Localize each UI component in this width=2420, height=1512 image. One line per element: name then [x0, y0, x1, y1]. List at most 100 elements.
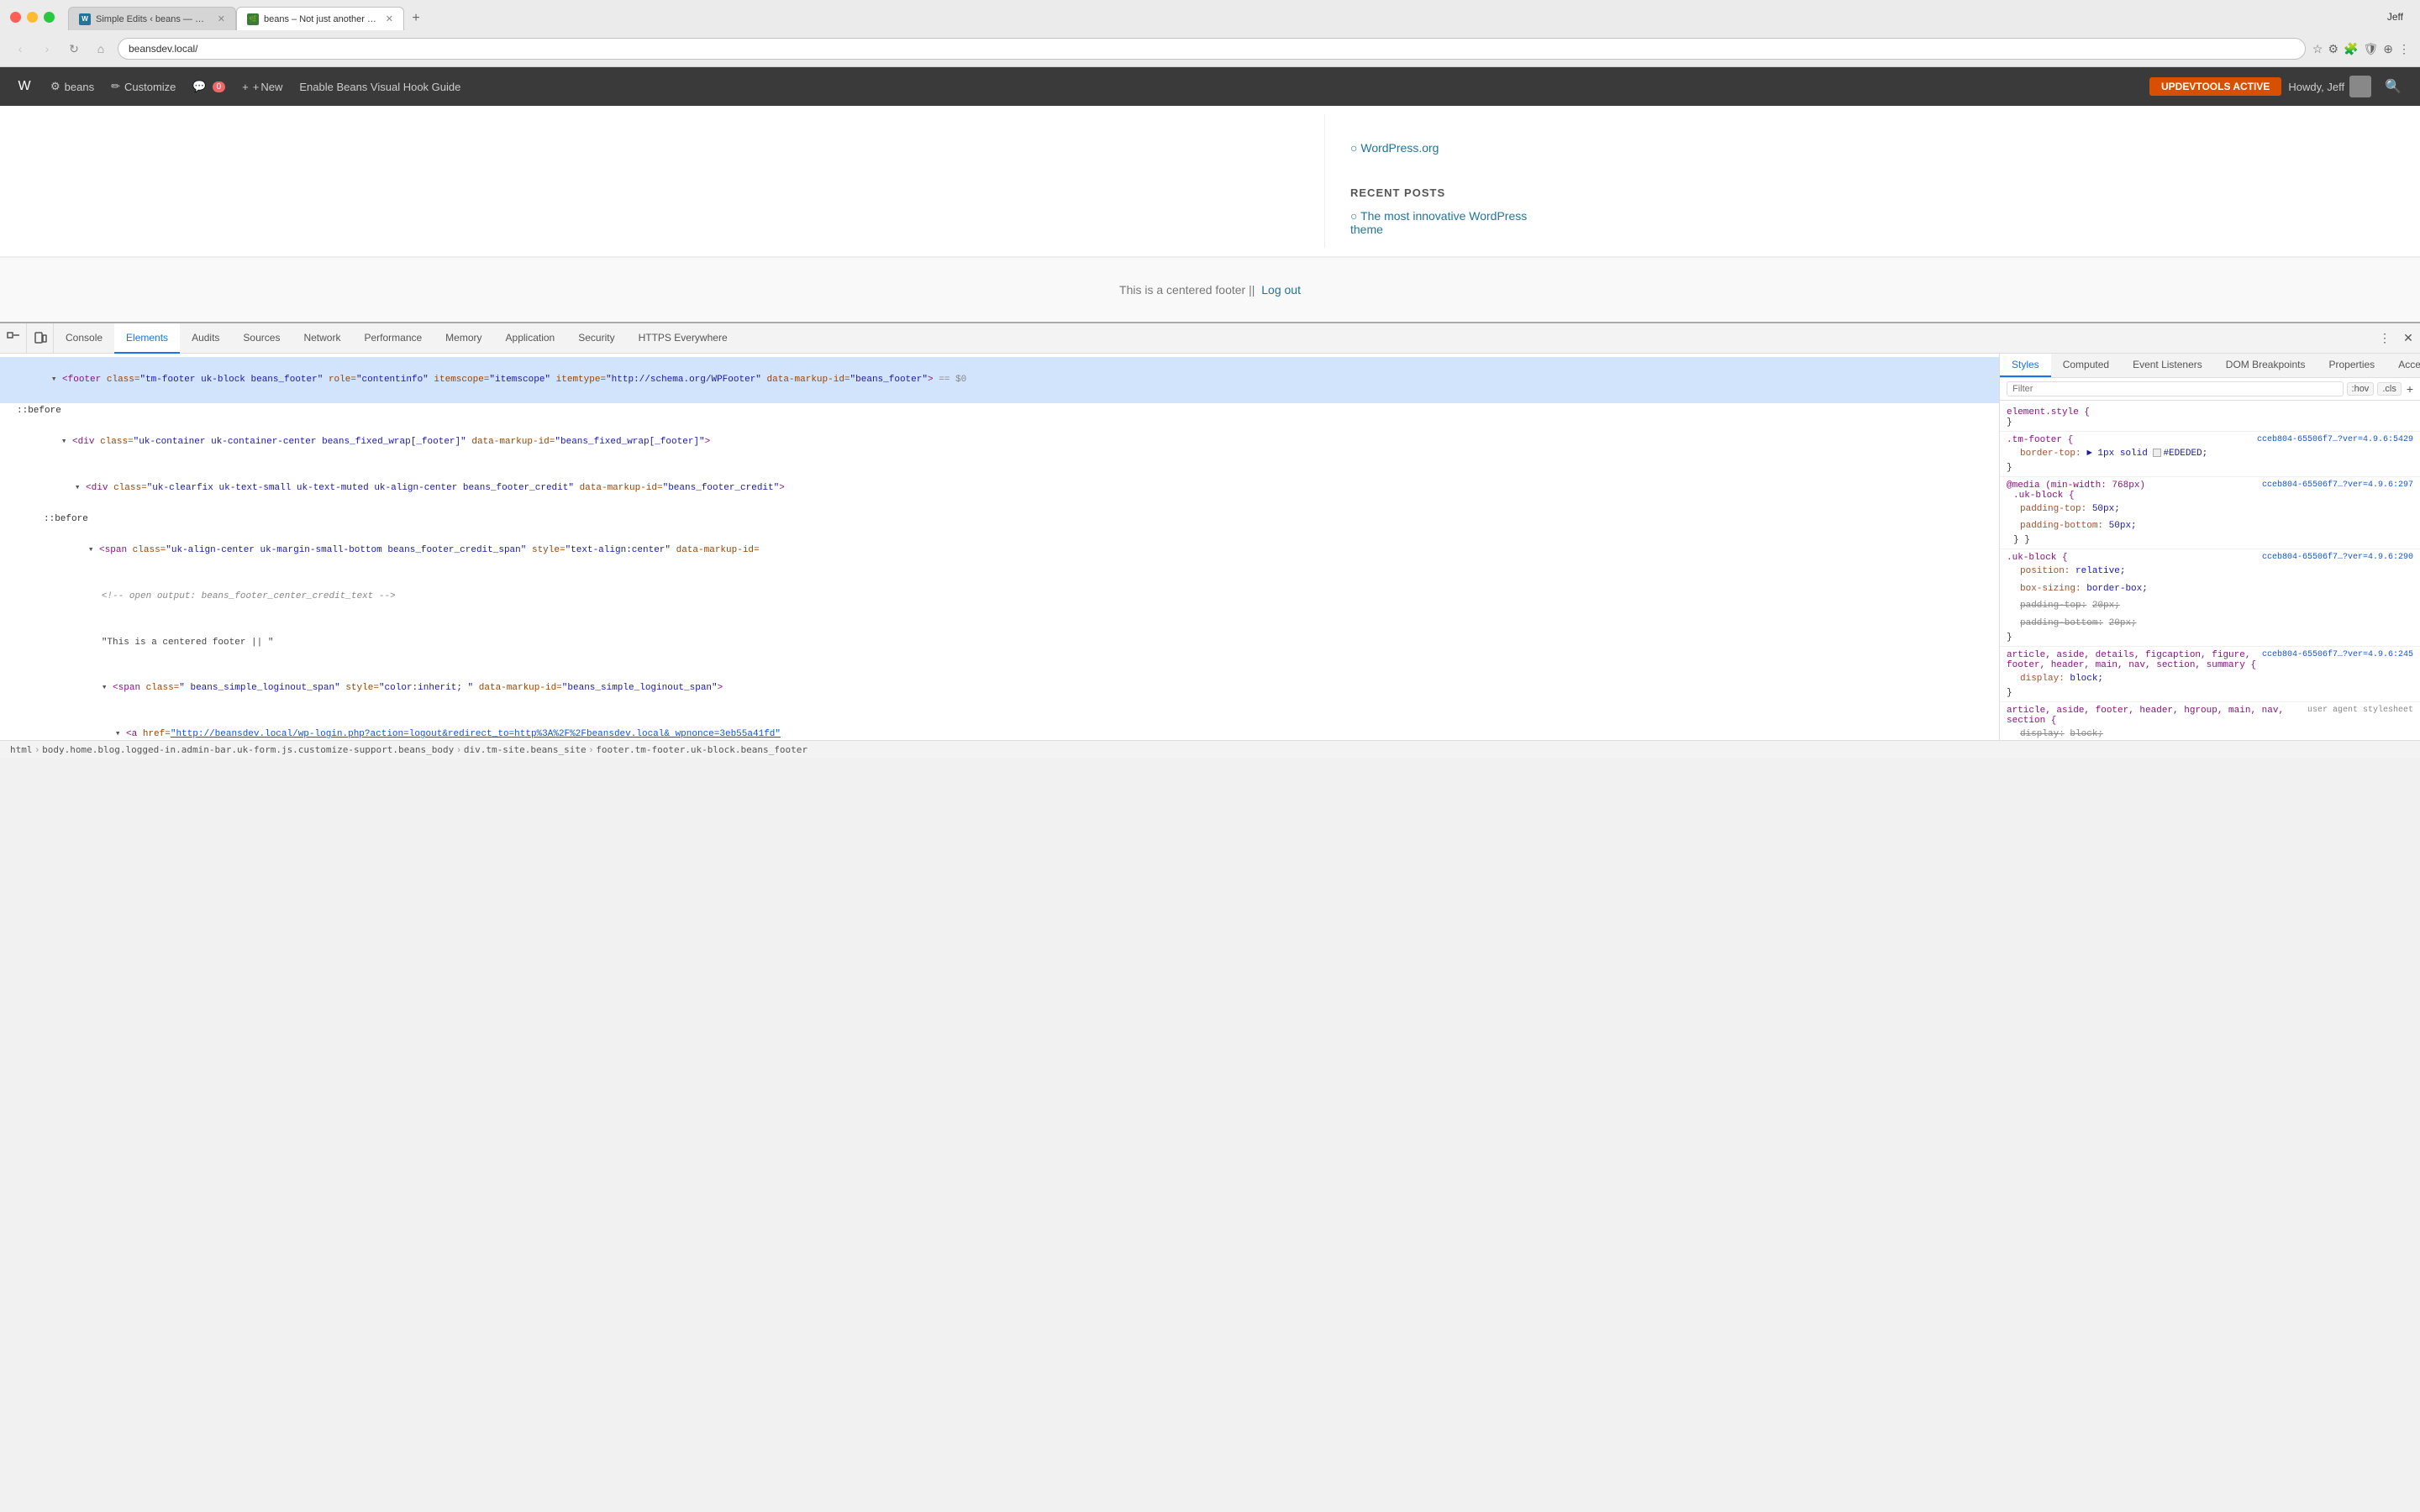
prop-box-sizing: box-sizing: border-box;	[2007, 580, 2413, 598]
prop-position: position: relative;	[2007, 563, 2413, 580]
html-line-comment-open[interactable]: <!-- open output: beans_footer_center_cr…	[0, 574, 1999, 620]
styles-filter-input[interactable]	[2007, 381, 2344, 396]
page-content: WordPress.org RECENT POSTS The most inno…	[0, 106, 2420, 322]
styles-tab-computed[interactable]: Computed	[2051, 354, 2121, 377]
extensions-icon[interactable]: ⊕	[2383, 42, 2393, 56]
howdy-item[interactable]: Howdy, Jeff	[2281, 76, 2378, 97]
admin-bar-beans[interactable]: ⚙ beans	[42, 67, 103, 106]
tab-close-wp[interactable]: ✕	[218, 13, 225, 24]
tab-close-beans[interactable]: ✕	[386, 13, 393, 24]
tab-audits[interactable]: Audits	[180, 323, 231, 354]
shield-icon[interactable]: 🛡	[2363, 42, 2378, 56]
address-bar: ‹ › ↻ ⌂ beansdev.local/ ☆ ⚙ 🧩 🛡 ⊕ ⋮	[0, 34, 2420, 66]
wp-admin-bar: W ⚙ beans ✏ Customize 💬 0 + + New Enable…	[0, 67, 2420, 106]
tab-security[interactable]: Security	[566, 323, 626, 354]
admin-bar-new[interactable]: + + New	[234, 67, 291, 106]
footer-content: This is a centered footer || Log out	[0, 257, 2420, 322]
forward-button[interactable]: ›	[37, 39, 57, 59]
html-line-div-container[interactable]: ▾ <div class="uk-container uk-container-…	[0, 419, 1999, 465]
devtools-close-button[interactable]: ✕	[2396, 323, 2420, 354]
hov-button[interactable]: :hov	[2347, 382, 2375, 396]
admin-bar-comments[interactable]: 💬 0	[184, 67, 234, 106]
rule-source-tm-footer[interactable]: cceb804-65506f7…?ver=4.9.6:5429	[2257, 435, 2413, 444]
maximize-button[interactable]	[44, 12, 55, 23]
home-button[interactable]: ⌂	[91, 39, 111, 59]
breadcrumb-footer[interactable]: footer.tm-footer.uk-block.beans_footer	[592, 744, 811, 755]
recent-post-link[interactable]: The most innovative WordPress theme	[1334, 206, 1563, 239]
tab-console[interactable]: Console	[54, 323, 114, 354]
back-button[interactable]: ‹	[10, 39, 30, 59]
tab-application[interactable]: Application	[494, 323, 567, 354]
tab-sources[interactable]: Sources	[231, 323, 292, 354]
tab-performance[interactable]: Performance	[352, 323, 434, 354]
html-line-span-loginout[interactable]: ▾ <span class=" beans_simple_loginout_sp…	[0, 666, 1999, 712]
styles-tabs: Styles Computed Event Listeners DOM Brea…	[2000, 354, 2420, 378]
prop-padding-top-media: padding-top: 50px;	[2007, 501, 2413, 518]
new-text: New	[260, 81, 282, 93]
tab-beans[interactable]: 🌿 beans – Not just another fram… ✕	[236, 7, 404, 30]
new-label: +	[253, 81, 260, 93]
menu-icon[interactable]: ⋮	[2398, 42, 2410, 56]
tab-favicon-wp: W	[79, 13, 91, 25]
tab-network[interactable]: Network	[292, 323, 352, 354]
browser-tabs: W Simple Edits ‹ beans — WordP… ✕ 🌿 bean…	[68, 3, 2387, 30]
new-tab-button[interactable]: +	[404, 7, 428, 30]
reload-button[interactable]: ↻	[64, 39, 84, 59]
customize-label: Customize	[124, 81, 176, 93]
html-line-a-logout[interactable]: ▾ <a href="http://beansdev.local/wp-logi…	[0, 712, 1999, 740]
updevtools-button[interactable]: UPDEVTOOLS ACTIVE	[2149, 77, 2281, 96]
extension-icon[interactable]: 🧩	[2344, 42, 2358, 56]
ua-label: user agent stylesheet	[2307, 706, 2413, 715]
minimize-button[interactable]	[27, 12, 38, 23]
beans-label: beans	[65, 81, 94, 93]
close-button[interactable]	[10, 12, 21, 23]
wordpress-org-link[interactable]: WordPress.org	[1350, 139, 1546, 156]
devtools-more-button[interactable]: ⋮	[2373, 323, 2396, 354]
html-line-before3[interactable]: ::before	[0, 512, 1999, 528]
style-rule-ua: article, aside, footer, header, hgroup, …	[2000, 702, 2420, 741]
html-line-div-credit[interactable]: ▾ <div class="uk-clearfix uk-text-small …	[0, 465, 1999, 512]
breadcrumb-body[interactable]: body.home.blog.logged-in.admin-bar.uk-fo…	[39, 744, 457, 755]
elements-panel: ▾ <footer class="tm-footer uk-block bean…	[0, 354, 2000, 740]
logout-link[interactable]: Log out	[1261, 283, 1301, 297]
bookmark-icon[interactable]: ☆	[2312, 42, 2323, 56]
tab-wordpress[interactable]: W Simple Edits ‹ beans — WordP… ✕	[68, 7, 236, 30]
rule-selector-uk-block: .uk-block {	[2007, 553, 2068, 563]
styles-tab-properties[interactable]: Properties	[2317, 354, 2386, 377]
device-toolbar-button[interactable]	[27, 323, 54, 354]
browser-titlebar: W Simple Edits ‹ beans — WordP… ✕ 🌿 bean…	[0, 0, 2420, 34]
tab-elements[interactable]: Elements	[114, 323, 180, 354]
styles-tab-dom-breakpoints[interactable]: DOM Breakpoints	[2214, 354, 2317, 377]
html-line-span-credit[interactable]: ▾ <span class="uk-align-center uk-margin…	[0, 528, 1999, 575]
breadcrumb-html[interactable]: html	[7, 744, 36, 755]
html-line-before1[interactable]: ::before	[0, 403, 1999, 420]
html-line-footer-text[interactable]: "This is a centered footer || "	[0, 620, 1999, 666]
styles-tab-event-listeners[interactable]: Event Listeners	[2121, 354, 2214, 377]
avatar-icon	[2349, 76, 2371, 97]
style-rule-element: element.style { }	[2000, 404, 2420, 432]
inspect-element-button[interactable]	[0, 323, 27, 354]
tab-https[interactable]: HTTPS Everywhere	[627, 323, 739, 354]
wp-logo[interactable]: W	[12, 74, 37, 99]
cls-button[interactable]: .cls	[2377, 382, 2402, 396]
add-style-button[interactable]: +	[2407, 382, 2413, 396]
tab-label-wp: Simple Edits ‹ beans — WordP…	[96, 14, 209, 24]
style-rule-block-elements: article, aside, details, figcaption, fig…	[2000, 647, 2420, 702]
breadcrumb-site[interactable]: div.tm-site.beans_site	[460, 744, 590, 755]
settings-icon[interactable]: ⚙	[2328, 42, 2338, 56]
rule-source-block-elements[interactable]: cceb804-65506f7…?ver=4.9.6:245	[2262, 650, 2413, 659]
html-line-footer[interactable]: ▾ <footer class="tm-footer uk-block bean…	[0, 357, 1999, 403]
tab-memory[interactable]: Memory	[434, 323, 493, 354]
rule-source-uk-block[interactable]: cceb804-65506f7…?ver=4.9.6:290	[2262, 553, 2413, 562]
wp-search-icon[interactable]: 🔍	[2378, 78, 2408, 95]
url-input[interactable]: beansdev.local/	[118, 38, 2306, 60]
admin-bar-visual-hook[interactable]: Enable Beans Visual Hook Guide	[291, 67, 469, 106]
rule-selector-element: element.style {	[2007, 407, 2090, 417]
rule-selector-block-elements2: footer, header, main, nav, section, summ…	[2007, 660, 2256, 670]
style-rule-tm-footer: .tm-footer { cceb804-65506f7…?ver=4.9.6:…	[2000, 432, 2420, 477]
updevtools-label: UPDEVTOOLS ACTIVE	[2161, 81, 2270, 92]
styles-tab-styles[interactable]: Styles	[2000, 354, 2051, 377]
rule-source-media[interactable]: cceb804-65506f7…?ver=4.9.6:297	[2262, 480, 2413, 490]
admin-bar-customize[interactable]: ✏ Customize	[103, 67, 184, 106]
styles-tab-accessibility[interactable]: Accessibility	[2386, 354, 2420, 377]
